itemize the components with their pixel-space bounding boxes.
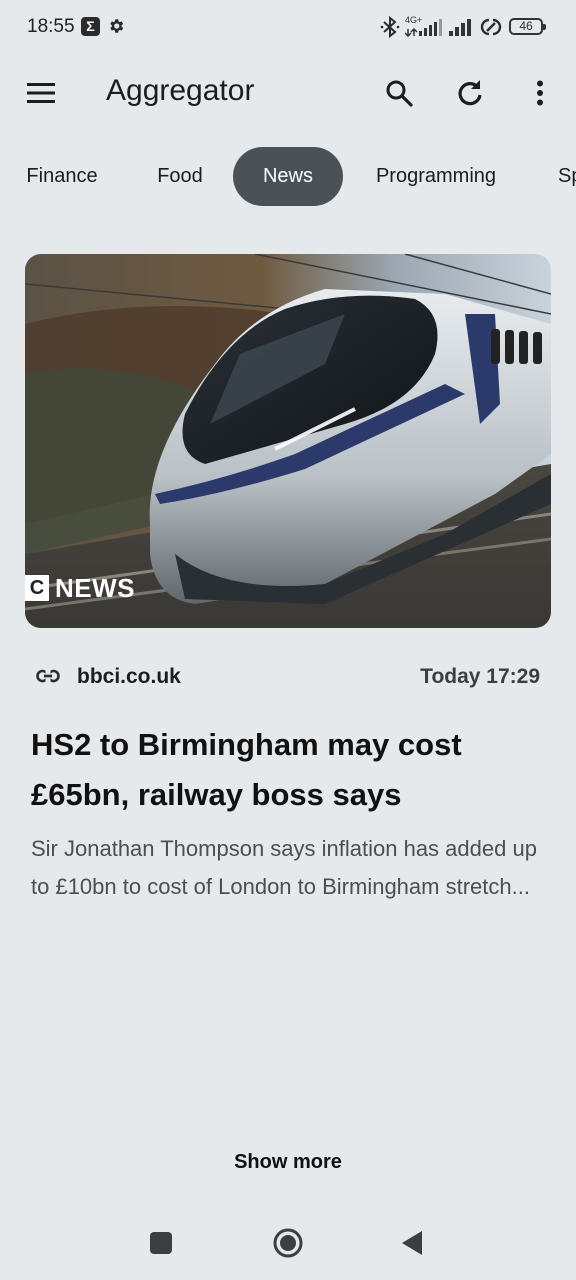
- back-button[interactable]: [390, 1221, 434, 1265]
- home-button[interactable]: [266, 1221, 310, 1265]
- network-label: 4G+: [405, 15, 423, 25]
- signal-icon: [448, 17, 474, 42]
- tab-news[interactable]: News: [233, 147, 343, 206]
- article-source[interactable]: bbci.co.uk: [77, 665, 181, 689]
- category-tabs: Finance Food News Programming Sp: [0, 147, 576, 207]
- show-more-button[interactable]: Show more: [188, 1140, 388, 1184]
- tab-programming[interactable]: Programming: [360, 147, 512, 206]
- app-bar: Aggregator: [0, 56, 576, 128]
- article-image[interactable]: C NEWS: [25, 254, 551, 628]
- more-options-button[interactable]: [520, 73, 560, 113]
- system-nav-bar: [0, 1205, 576, 1280]
- tab-finance[interactable]: Finance: [12, 147, 112, 206]
- article-headline[interactable]: HS2 to Birmingham may cost £65bn, railwa…: [31, 720, 541, 820]
- bbc-logo-letter: C: [25, 575, 49, 601]
- article-summary[interactable]: Sir Jonathan Thompson says inflation has…: [31, 830, 541, 906]
- article-timestamp: Today 17:29: [420, 665, 540, 688]
- article-meta: bbci.co.uk Today 17:29: [36, 660, 540, 694]
- app-title: Aggregator: [106, 74, 255, 107]
- square-icon: [150, 1232, 172, 1254]
- tab-food[interactable]: Food: [138, 147, 222, 206]
- menu-button[interactable]: [21, 73, 61, 113]
- gear-icon: [107, 17, 125, 40]
- bluetooth-icon: [380, 15, 400, 43]
- sigma-icon: Σ: [81, 17, 100, 36]
- status-bar: 18:55 Σ 4G+ 46: [0, 0, 576, 56]
- link-icon: [36, 665, 60, 692]
- circle-icon: [273, 1228, 303, 1258]
- battery-icon: 46: [509, 18, 546, 35]
- screen: 18:55 Σ 4G+ 46 Aggregator Finance Food N…: [0, 0, 576, 1280]
- tab-sp[interactable]: Sp: [548, 147, 576, 206]
- search-icon: [386, 80, 413, 107]
- refresh-button[interactable]: [450, 73, 490, 113]
- hotspot-link-icon: [479, 16, 503, 43]
- refresh-icon: [458, 80, 482, 106]
- search-button[interactable]: [379, 73, 419, 113]
- more-vert-icon: [537, 80, 543, 106]
- menu-icon: [27, 83, 55, 103]
- bbc-logo-word: NEWS: [55, 572, 135, 603]
- bbc-news-logo: C NEWS: [25, 573, 135, 603]
- back-triangle-icon: [402, 1231, 422, 1255]
- status-time: 18:55: [27, 16, 75, 37]
- recents-button[interactable]: [139, 1221, 183, 1265]
